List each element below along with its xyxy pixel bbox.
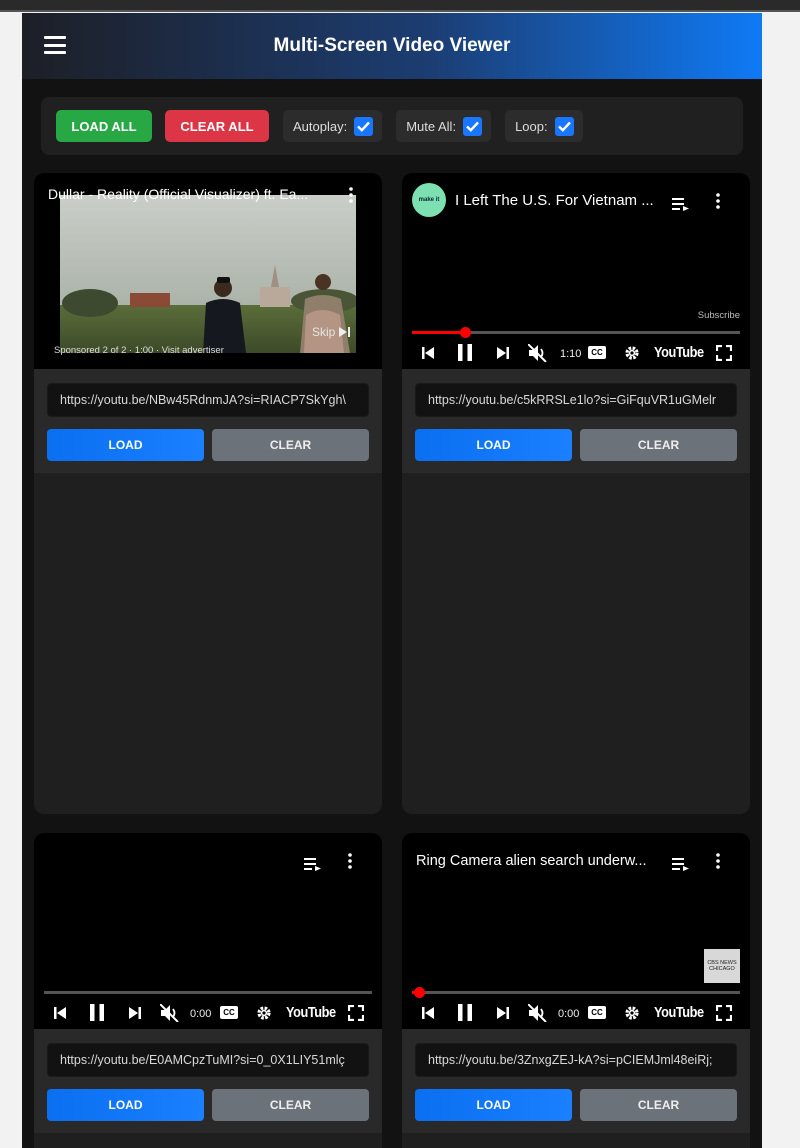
- video-player-1[interactable]: Dullar - Reality (Official Visualizer) f…: [34, 173, 382, 369]
- video-title: Ring Camera alien search underw...: [416, 853, 647, 869]
- time-display: 1:10: [560, 348, 582, 360]
- time-display: 0:00: [558, 1008, 580, 1020]
- mute-all-checkbox[interactable]: [463, 116, 483, 136]
- load-button-4[interactable]: LOAD: [415, 1089, 572, 1121]
- video-card-2: make it I Left The U.S. For Vietnam ... …: [402, 173, 750, 814]
- status-bar: [0, 0, 800, 12]
- muted-icon[interactable]: [160, 1004, 179, 1022]
- muted-icon[interactable]: [528, 1004, 547, 1022]
- global-controls: LOAD ALL CLEAR ALL Autoplay: Mute All: L…: [41, 97, 743, 155]
- load-button-2[interactable]: LOAD: [415, 429, 572, 461]
- progress-handle[interactable]: [460, 327, 471, 338]
- video-card-3: 0:00 CC YouTube https://youtu.be/E0AMCpz…: [34, 833, 382, 1148]
- load-all-button[interactable]: LOAD ALL: [56, 110, 152, 142]
- pause-icon[interactable]: [458, 1004, 472, 1021]
- channel-watermark: CBS NEWS CHICAGO: [704, 949, 740, 983]
- player-controls: 1:10 CC YouTube: [412, 341, 740, 365]
- fullscreen-icon[interactable]: [348, 1005, 364, 1021]
- video-card-1: Dullar - Reality (Official Visualizer) f…: [34, 173, 382, 814]
- progress-fill: [412, 331, 466, 334]
- more-options-icon[interactable]: [349, 187, 353, 203]
- settings-gear-icon[interactable]: [624, 1005, 640, 1021]
- youtube-logo[interactable]: YouTube: [286, 1004, 336, 1021]
- skip-icon: [339, 327, 351, 337]
- previous-icon[interactable]: [422, 1007, 434, 1019]
- video-card-4: Ring Camera alien search underw... CBS N…: [402, 833, 750, 1148]
- autoplay-label: Autoplay:: [293, 118, 348, 134]
- mute-all-label: Mute All:: [406, 118, 457, 134]
- more-options-icon[interactable]: [348, 853, 352, 869]
- url-controls-4: https://youtu.be/3ZnxgZEJ-kA?si=pCIEMJml…: [402, 1029, 750, 1133]
- progress-bar[interactable]: [412, 987, 740, 998]
- clear-all-button[interactable]: CLEAR ALL: [165, 110, 269, 142]
- pause-icon[interactable]: [458, 344, 472, 361]
- app-header: Multi-Screen Video Viewer: [22, 13, 762, 79]
- page-title: Multi-Screen Video Viewer: [273, 35, 511, 56]
- next-icon[interactable]: [497, 1007, 509, 1019]
- captions-icon[interactable]: CC: [588, 1006, 606, 1019]
- playlist-queue-icon[interactable]: [672, 857, 690, 871]
- fullscreen-icon[interactable]: [716, 1005, 732, 1021]
- skip-label: Skip: [312, 325, 336, 339]
- subscribe-text[interactable]: Subscribe: [698, 310, 740, 321]
- playlist-queue-icon[interactable]: [304, 857, 322, 871]
- mute-all-toggle[interactable]: Mute All:: [396, 110, 492, 142]
- hamburger-menu-icon[interactable]: [44, 36, 66, 54]
- player-controls: 0:00 CC YouTube: [44, 1001, 372, 1025]
- fullscreen-icon[interactable]: [716, 345, 732, 361]
- ad-info: Sponsored 2 of 2 · 1:00 · Visit advertis…: [54, 345, 224, 356]
- autoplay-toggle[interactable]: Autoplay:: [283, 110, 383, 142]
- autoplay-checkbox[interactable]: [354, 116, 374, 136]
- settings-gear-icon[interactable]: [624, 345, 640, 361]
- url-input-1[interactable]: https://youtu.be/NBw45RdnmJA?si=RIACP7Sk…: [47, 383, 369, 417]
- url-input-3[interactable]: https://youtu.be/E0AMCpzTuMI?si=0_0X1LIY…: [47, 1043, 369, 1077]
- captions-icon[interactable]: CC: [588, 346, 606, 359]
- loop-checkbox[interactable]: [554, 116, 574, 136]
- video-title: I Left The U.S. For Vietnam ...: [455, 192, 654, 209]
- more-options-icon[interactable]: [716, 193, 720, 209]
- url-controls-2: https://youtu.be/c5kRRSLe1lo?si=GiFquVR1…: [402, 369, 750, 473]
- video-player-3[interactable]: 0:00 CC YouTube: [34, 833, 382, 1029]
- video-title: Dullar - Reality (Official Visualizer) f…: [48, 186, 309, 202]
- youtube-logo[interactable]: YouTube: [654, 344, 704, 361]
- clear-button-3[interactable]: CLEAR: [212, 1089, 369, 1121]
- url-input-2[interactable]: https://youtu.be/c5kRRSLe1lo?si=GiFquVR1…: [415, 383, 737, 417]
- time-display: 0:00: [190, 1008, 212, 1020]
- more-options-icon[interactable]: [716, 853, 720, 869]
- clear-button-1[interactable]: CLEAR: [212, 429, 369, 461]
- pause-icon[interactable]: [90, 1004, 104, 1021]
- progress-bar[interactable]: [44, 991, 372, 994]
- progress-bar[interactable]: [412, 327, 740, 338]
- settings-gear-icon[interactable]: [256, 1005, 272, 1021]
- channel-avatar[interactable]: make it: [412, 183, 446, 217]
- next-icon[interactable]: [129, 1007, 141, 1019]
- muted-icon[interactable]: [528, 344, 547, 362]
- url-controls-3: https://youtu.be/E0AMCpzTuMI?si=0_0X1LIY…: [34, 1029, 382, 1133]
- load-button-3[interactable]: LOAD: [47, 1089, 204, 1121]
- load-button-1[interactable]: LOAD: [47, 429, 204, 461]
- loop-toggle[interactable]: Loop:: [505, 110, 583, 142]
- playlist-queue-icon[interactable]: [672, 197, 690, 211]
- url-controls-1: https://youtu.be/NBw45RdnmJA?si=RIACP7Sk…: [34, 369, 382, 473]
- clear-button-2[interactable]: CLEAR: [580, 429, 737, 461]
- previous-icon[interactable]: [54, 1007, 66, 1019]
- app-window: Multi-Screen Video Viewer LOAD ALL CLEAR…: [22, 13, 762, 1148]
- next-icon[interactable]: [497, 347, 509, 359]
- video-player-2[interactable]: make it I Left The U.S. For Vietnam ... …: [402, 173, 750, 369]
- clear-button-4[interactable]: CLEAR: [580, 1089, 737, 1121]
- loop-label: Loop:: [515, 118, 548, 134]
- captions-icon[interactable]: CC: [220, 1006, 238, 1019]
- previous-icon[interactable]: [422, 347, 434, 359]
- progress-handle[interactable]: [414, 987, 425, 998]
- youtube-logo[interactable]: YouTube: [654, 1004, 704, 1021]
- player-controls: 0:00 CC YouTube: [412, 1001, 740, 1025]
- skip-ad-button[interactable]: Skip: [312, 325, 351, 339]
- url-input-4[interactable]: https://youtu.be/3ZnxgZEJ-kA?si=pCIEMJml…: [415, 1043, 737, 1077]
- video-player-4[interactable]: Ring Camera alien search underw... CBS N…: [402, 833, 750, 1029]
